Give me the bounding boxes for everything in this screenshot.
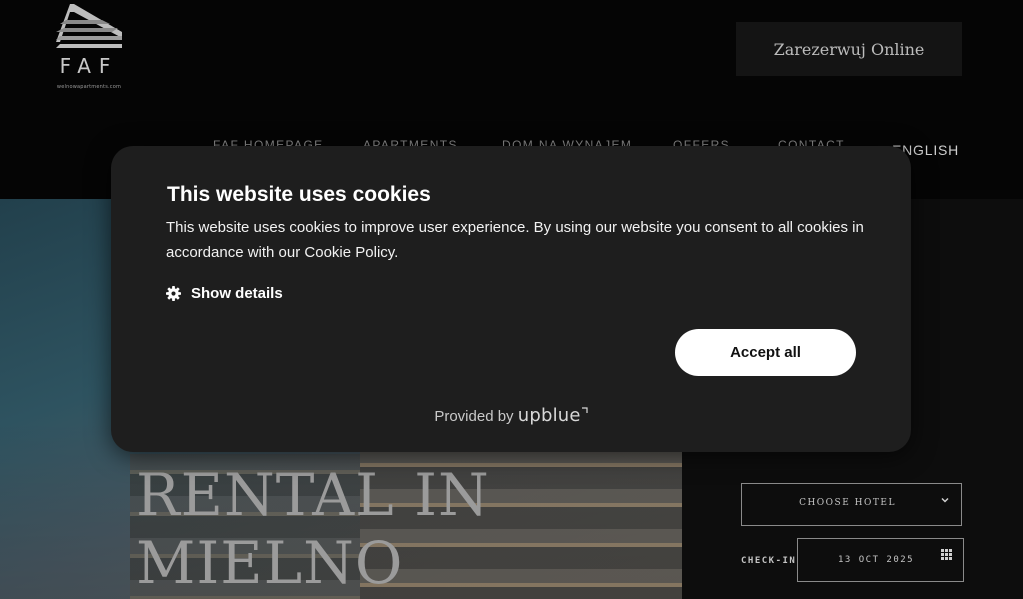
- show-details-button[interactable]: Show details: [166, 285, 283, 302]
- logo-letters: FAF: [59, 54, 119, 78]
- show-details-label: Show details: [191, 285, 283, 302]
- cookie-consent-dialog: This website uses cookies This website u…: [111, 146, 911, 452]
- calendar-icon: [941, 549, 952, 560]
- hotel-select-value: CHOOSE HOTEL: [799, 498, 896, 508]
- provided-by: Provided by upblue: [111, 405, 911, 426]
- logo-subtext: welnowapartments.com: [56, 84, 122, 90]
- hero-title-line1: RENTAL IN: [136, 461, 490, 529]
- checkin-date-field[interactable]: 13 OCT 2025: [797, 538, 964, 582]
- gear-icon: [166, 286, 181, 301]
- building-logo-icon: [56, 4, 122, 48]
- hero-title: RENTAL IN MIELNO: [136, 461, 490, 597]
- checkin-label: CHECK-IN: [741, 556, 797, 566]
- provided-by-label: Provided by: [434, 408, 514, 425]
- accept-all-button[interactable]: Accept all: [675, 329, 856, 376]
- reserve-online-button[interactable]: Zarezerwuj Online: [736, 22, 962, 76]
- cookie-title: This website uses cookies: [167, 183, 431, 206]
- hotel-select[interactable]: CHOOSE HOTEL: [741, 483, 962, 526]
- checkin-date-value: 13 OCT 2025: [838, 555, 915, 565]
- corner-arrow-icon: [581, 407, 588, 413]
- hero-title-line2: MIELNO: [136, 529, 404, 597]
- cookie-description: This website uses cookies to improve use…: [166, 219, 864, 261]
- upblue-logo[interactable]: upblue: [518, 405, 581, 426]
- site-logo[interactable]: FAF welnowapartments.com: [52, 2, 126, 96]
- chevron-down-icon: [941, 497, 949, 503]
